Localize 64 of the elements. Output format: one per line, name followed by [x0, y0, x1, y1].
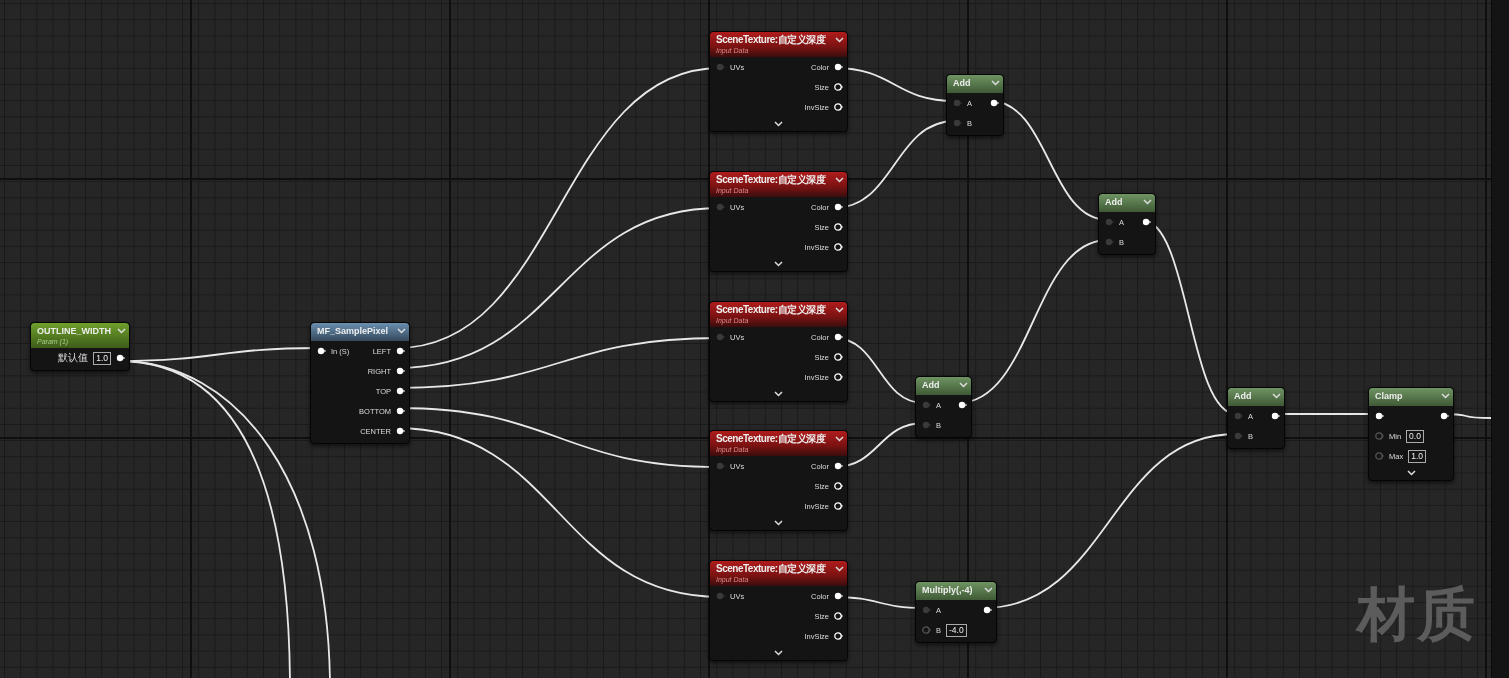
chevron-down-icon[interactable]	[1272, 393, 1281, 399]
chevron-down-icon[interactable]	[1441, 393, 1450, 399]
pin-icon[interactable]	[834, 592, 843, 600]
node-title: SceneTexture:自定义深度	[716, 304, 826, 316]
pin-icon[interactable]	[396, 427, 405, 435]
node-title: SceneTexture:自定义深度	[716, 174, 826, 186]
chevron-down-icon[interactable]	[835, 177, 844, 183]
expand-chevron-icon[interactable]	[774, 121, 783, 127]
value-field[interactable]: -4.0	[946, 623, 967, 637]
chevron-down-icon[interactable]	[984, 587, 993, 593]
pin-label: 默认值	[58, 351, 89, 365]
pin-icon[interactable]	[396, 367, 405, 375]
node-title: SceneTexture:自定义深度	[716, 34, 826, 46]
pin-icon[interactable]	[1142, 218, 1151, 226]
node-title: SceneTexture:自定义深度	[716, 563, 826, 575]
expand-chevron-icon[interactable]	[774, 650, 783, 656]
node-header[interactable]: Multiply(,-4)	[916, 582, 996, 600]
chevron-down-icon[interactable]	[991, 80, 1000, 86]
node-title: Clamp	[1375, 390, 1403, 402]
pin-icon[interactable]	[990, 99, 999, 107]
node-header[interactable]: MF_SamplePixel	[311, 323, 409, 341]
node-title: OUTLINE_WIDTH	[37, 325, 111, 337]
chevron-down-icon[interactable]	[959, 382, 968, 388]
node-title: MF_SamplePixel	[317, 325, 389, 337]
value-field[interactable]: 1.0	[1408, 449, 1426, 463]
pin-icon[interactable]	[834, 63, 843, 71]
node-title: SceneTexture:自定义深度	[716, 433, 826, 445]
pin-icon[interactable]	[116, 354, 125, 362]
node-title: Add	[953, 77, 971, 89]
pin-icon[interactable]	[396, 387, 405, 395]
pin-icon[interactable]	[834, 203, 843, 211]
chevron-down-icon[interactable]	[1143, 199, 1152, 205]
expand-chevron-icon[interactable]	[774, 520, 783, 526]
expand-chevron-icon[interactable]	[774, 261, 783, 267]
expand-chevron-icon[interactable]	[1406, 470, 1416, 476]
node-title: Multiply(,-4)	[922, 584, 973, 596]
node-title: Add	[1234, 390, 1252, 402]
pin-icon[interactable]	[1375, 412, 1384, 420]
chevron-down-icon[interactable]	[835, 436, 844, 442]
chevron-down-icon[interactable]	[117, 328, 126, 334]
chevron-down-icon[interactable]	[835, 566, 844, 572]
value-field[interactable]: 0.0	[1406, 429, 1424, 443]
pin-icon[interactable]	[983, 606, 992, 614]
graph-type-label: 材质	[1357, 579, 1477, 650]
pin-icon[interactable]	[1271, 412, 1280, 420]
expand-chevron-icon[interactable]	[774, 391, 783, 397]
pin-icon[interactable]	[834, 462, 843, 470]
node-header[interactable]: Add	[916, 377, 971, 395]
pin-icon[interactable]	[958, 401, 967, 409]
node-header[interactable]: Add	[947, 75, 1003, 93]
node-header[interactable]: Add	[1228, 388, 1284, 406]
pin-icon[interactable]	[834, 333, 843, 341]
chevron-down-icon[interactable]	[835, 307, 844, 313]
node-title: Add	[1105, 196, 1123, 208]
node-header[interactable]: Add	[1099, 194, 1155, 212]
pin-icon[interactable]	[396, 347, 405, 355]
pin-icon[interactable]	[1440, 412, 1449, 420]
chevron-down-icon[interactable]	[397, 328, 406, 334]
pin-icon[interactable]	[317, 347, 326, 355]
chevron-down-icon[interactable]	[835, 37, 844, 43]
node-header[interactable]: Clamp	[1369, 388, 1453, 406]
value-field[interactable]: 1.0	[93, 351, 111, 365]
pin-icon[interactable]	[396, 407, 405, 415]
node-title: Add	[922, 379, 940, 391]
